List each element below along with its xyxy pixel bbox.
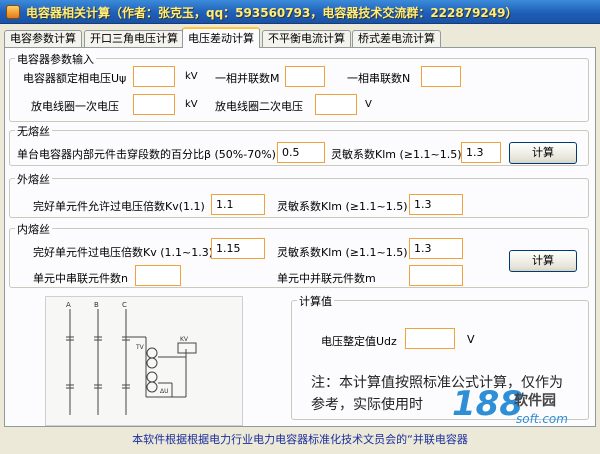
coil-secondary-unit: V: [365, 99, 372, 110]
diagram-label-c: C: [122, 301, 127, 309]
params-group-label: 电容器参数输入: [15, 51, 96, 67]
rated-voltage-label: 电容器额定相电压Uψ: [23, 72, 127, 85]
coil-primary-input[interactable]: [133, 94, 175, 115]
watermark-en: soft.com: [516, 412, 568, 426]
external-kv-label: 完好单元件允许过电压倍数Kv(1.1): [33, 200, 205, 213]
tab-bridge-current[interactable]: 桥式差电流计算: [352, 30, 441, 47]
result-group-label: 计算值: [297, 293, 334, 309]
internal-kv-input[interactable]: 1.15: [211, 238, 265, 259]
coil-primary-label: 放电线圈一次电压: [31, 100, 119, 113]
internal-sensitivity-input[interactable]: 1.3: [409, 238, 463, 259]
internal-fuse-calc-button[interactable]: 计算: [509, 250, 577, 272]
external-kv-input[interactable]: 1.1: [211, 194, 265, 215]
breakdown-percent-label: 单台电容器内部元件击穿段数的百分比β (50%-70%): [17, 148, 276, 161]
note-line-2: 参考，实际使用时: [311, 397, 423, 413]
coil-primary-unit: kV: [185, 99, 198, 110]
title-bar: 电容器相关计算（作者：张克玉，qq：593560793，电容器技术交流群：222…: [0, 0, 600, 24]
circuit-diagram-svg: A B C TV KV ΔU: [66, 301, 197, 415]
diagram-label-du: ΔU: [160, 388, 169, 395]
internal-sensitivity-label: 灵敏系数Klm (≥1.1~1.5): [277, 246, 408, 259]
voltage-setting-unit: V: [467, 333, 475, 346]
tab-unbalanced-current[interactable]: 不平衡电流计算: [262, 30, 351, 47]
breakdown-percent-input[interactable]: 0.5: [277, 142, 325, 163]
series-count-input[interactable]: [421, 66, 461, 87]
window-title: 电容器相关计算（作者：张克玉，qq：593560793，电容器技术交流群：222…: [26, 6, 518, 20]
series-count-label: 一相串联数N: [347, 72, 411, 85]
no-fuse-calc-button[interactable]: 计算: [509, 142, 577, 164]
external-fuse-group-label: 外熔丝: [15, 171, 52, 187]
diagram-label-kv: KV: [180, 336, 189, 343]
voltage-setting-output: [405, 328, 455, 349]
app-icon: [6, 5, 20, 19]
coil-secondary-label: 放电线圈二次电压: [215, 100, 303, 113]
tab-panel: 电容器参数输入 电容器额定相电压Uψ kV 一相并联数M 一相串联数N 放电线圈…: [4, 47, 596, 427]
element-series-label: 单元中串联元件数n: [33, 272, 128, 285]
no-fuse-sensitivity-input[interactable]: 1.3: [461, 142, 501, 163]
watermark-cn: 软件园: [514, 393, 556, 409]
tab-open-delta[interactable]: 开口三角电压计算: [84, 30, 184, 47]
external-sensitivity-label: 灵敏系数Klm (≥1.1~1.5): [277, 200, 408, 213]
circuit-diagram: A B C TV KV ΔU: [45, 296, 243, 426]
tab-capacitor-params[interactable]: 电容参数计算: [4, 30, 82, 47]
rated-voltage-unit: kV: [185, 71, 198, 82]
no-fuse-sensitivity-label: 灵敏系数Klm (≥1.1~1.5): [331, 148, 462, 161]
rated-voltage-input[interactable]: [133, 66, 175, 87]
external-sensitivity-input[interactable]: 1.3: [409, 194, 463, 215]
element-parallel-label: 单元中并联元件数m: [277, 272, 376, 285]
parallel-count-input[interactable]: [285, 66, 325, 87]
tab-voltage-differential[interactable]: 电压差动计算: [182, 27, 260, 48]
element-series-input[interactable]: [135, 265, 181, 286]
no-fuse-group-label: 无熔丝: [15, 123, 52, 139]
watermark-number: 188: [452, 384, 523, 424]
parallel-count-label: 一相并联数M: [215, 72, 280, 85]
diagram-label-b: B: [94, 301, 99, 309]
diagram-label-tv: TV: [135, 344, 145, 351]
element-parallel-input[interactable]: [409, 265, 463, 286]
diagram-label-a: A: [66, 301, 71, 309]
coil-secondary-input[interactable]: [315, 94, 357, 115]
watermark-logo: 188 软件园 soft.com: [452, 384, 598, 436]
internal-fuse-group-label: 内熔丝: [15, 221, 52, 237]
voltage-setting-label: 电压整定值Udz: [321, 335, 397, 348]
internal-kv-label: 完好单元件过电压倍数Kv (1.1~1.3): [33, 246, 214, 259]
